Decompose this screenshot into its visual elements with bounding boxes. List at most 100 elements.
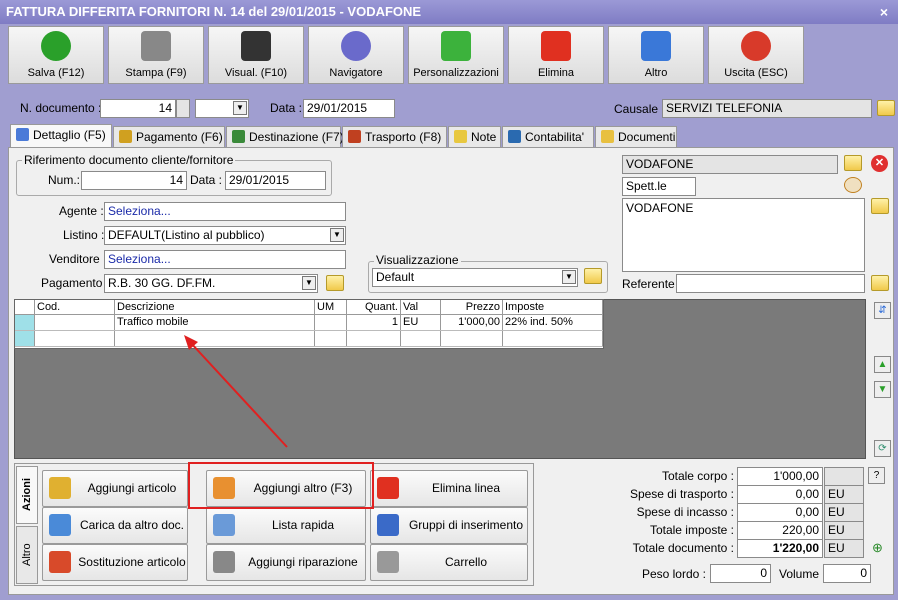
toolbar-button-1[interactable]: Stampa (F9)	[108, 26, 204, 84]
table-cell[interactable]	[401, 331, 441, 346]
referente-input[interactable]	[676, 274, 865, 293]
action-button-3[interactable]: Carica da altro doc.	[42, 507, 188, 544]
date-input[interactable]: 29/01/2015	[303, 99, 395, 118]
table-cell[interactable]	[441, 331, 503, 346]
move-down-icon[interactable]: ▼	[874, 381, 891, 398]
table-cell[interactable]	[35, 315, 115, 330]
tab-3[interactable]: Trasporto (F8)	[342, 126, 447, 147]
pagamento-select[interactable]: R.B. 30 GG. DF.FM.	[104, 274, 318, 293]
action-button-0[interactable]: Aggiungi articolo (F4)	[42, 470, 188, 530]
table-row[interactable]: Traffico mobile 1 EU 1'000,00 22% ind. 50%	[15, 315, 603, 331]
column-header[interactable]: Prezzo	[441, 300, 503, 314]
toolbar-button-3[interactable]: Navigatore	[308, 26, 404, 84]
column-header[interactable]: Quant.	[347, 300, 401, 314]
tab-2[interactable]: Destinazione (F7)	[226, 126, 344, 147]
table-cell[interactable]	[315, 331, 347, 346]
toolbar-button-6[interactable]: Altro	[608, 26, 704, 84]
annotation-arrow	[184, 335, 288, 448]
title-input[interactable]: Spett.le	[622, 177, 696, 196]
tab-4[interactable]: Note	[448, 126, 501, 147]
table-cell[interactable]: EU	[401, 315, 441, 330]
supplier-folder-icon[interactable]	[844, 155, 862, 171]
refresh-lines-icon[interactable]: ⟳	[874, 440, 891, 457]
spese-trasporto-value[interactable]: 0,00	[737, 485, 823, 504]
totale-corpo-currency	[824, 467, 864, 486]
totale-corpo-label: Totale corpo :	[661, 469, 734, 483]
toolbar-button-0[interactable]: Salva (F12)	[8, 26, 104, 84]
table-cell[interactable]: 1'000,00	[441, 315, 503, 330]
causale-label: Causale :	[614, 102, 665, 116]
spese-incasso-value[interactable]: 0,00	[737, 503, 823, 522]
help-button[interactable]: ?	[868, 467, 885, 484]
tab-azioni[interactable]: Azioni	[16, 466, 38, 524]
tab-5[interactable]: Contabilita'	[502, 126, 594, 147]
causale-folder-icon[interactable]	[877, 100, 895, 116]
agente-input[interactable]: Seleziona...	[104, 202, 346, 221]
action-button-2[interactable]: Elimina linea	[370, 470, 528, 507]
replace-article-icon	[49, 551, 71, 573]
action-button-4[interactable]: Lista rapida	[206, 507, 366, 544]
supplier-name-input[interactable]: VODAFONE	[622, 155, 838, 174]
table-cell[interactable]	[347, 331, 401, 346]
column-header[interactable]: Cod.	[35, 300, 115, 314]
num-input[interactable]: 14	[81, 171, 187, 190]
listino-select[interactable]: DEFAULT(Listino al pubblico)	[104, 226, 346, 245]
peso-lordo-input[interactable]: 0	[710, 564, 771, 583]
toolbar-button-4[interactable]: Personalizzazioni	[408, 26, 504, 84]
visualizzazione-dropdown-icon[interactable]: ▼	[562, 270, 576, 284]
table-cell[interactable]: Traffico mobile	[115, 315, 315, 330]
rif-date-input[interactable]: 29/01/2015	[225, 171, 326, 190]
row-selector[interactable]	[15, 331, 35, 346]
tab-label: Contabilita'	[525, 130, 584, 144]
column-header[interactable]: Descrizione	[115, 300, 315, 314]
ndoc-label: N. documento :	[20, 101, 102, 115]
address-textarea[interactable]: VODAFONE	[622, 198, 865, 272]
address-folder-icon[interactable]	[871, 198, 889, 214]
ndoc-input[interactable]: 14	[100, 99, 176, 118]
scroll-arrows-icon[interactable]: ⇵	[874, 302, 891, 319]
volume-input[interactable]: 0	[823, 564, 871, 583]
causale-input[interactable]: SERVIZI TELEFONIA	[662, 99, 872, 118]
toolbar-button-label: Visual. (F10)	[224, 67, 288, 79]
venditore-input[interactable]: Seleziona...	[104, 250, 346, 269]
search-supplier-icon[interactable]	[844, 177, 862, 193]
insert-group-icon	[377, 514, 399, 536]
spese-incasso-label: Spese di incasso :	[636, 505, 734, 519]
action-button-5[interactable]: Gruppi di inserimento	[370, 507, 528, 544]
tab-6[interactable]: Documenti	[595, 126, 677, 147]
action-button-6[interactable]: Sostituzione articolo	[42, 544, 188, 581]
action-button-7[interactable]: Aggiungi riparazione	[206, 544, 366, 581]
table-cell[interactable]: 22% ind. 50%	[503, 315, 603, 330]
pagamento-folder-icon[interactable]	[326, 275, 344, 291]
close-window-button[interactable]: ×	[876, 4, 892, 20]
column-header[interactable]: UM	[315, 300, 347, 314]
table-cell[interactable]: 1	[347, 315, 401, 330]
column-header[interactable]: Val	[401, 300, 441, 314]
zoom-totals-icon[interactable]: ⊕	[869, 539, 886, 556]
column-header[interactable]: Imposte	[503, 300, 603, 314]
row-selector[interactable]	[15, 315, 35, 330]
ndoc-suffix-input[interactable]	[176, 99, 190, 118]
load-doc-icon	[49, 514, 71, 536]
toolbar-button-2[interactable]: Visual. (F10)	[208, 26, 304, 84]
compass-icon	[341, 31, 371, 61]
tab-1[interactable]: Pagamento (F6)	[113, 126, 225, 147]
table-cell[interactable]	[503, 331, 603, 346]
toolbar-button-7[interactable]: Uscita (ESC)	[708, 26, 804, 84]
table-row[interactable]	[15, 331, 603, 347]
listino-dropdown-icon[interactable]: ▼	[330, 228, 344, 242]
pagamento-dropdown-icon[interactable]: ▼	[302, 276, 316, 290]
tab-0[interactable]: Dettaglio (F5)	[10, 124, 112, 148]
visualizzazione-folder-icon[interactable]	[584, 268, 602, 284]
action-button-8[interactable]: Carrello	[370, 544, 528, 581]
tab-altro[interactable]: Altro	[16, 526, 38, 584]
table-cell[interactable]	[35, 331, 115, 346]
move-up-icon[interactable]: ▲	[874, 356, 891, 373]
referente-folder-icon[interactable]	[871, 275, 889, 291]
remove-supplier-icon[interactable]: ✕	[871, 155, 888, 172]
series-dropdown-icon[interactable]: ▼	[233, 101, 247, 115]
table-cell[interactable]	[315, 315, 347, 330]
visualizzazione-select[interactable]: Default	[372, 268, 578, 287]
date-label: Data :	[270, 101, 303, 115]
toolbar-button-5[interactable]: Elimina	[508, 26, 604, 84]
